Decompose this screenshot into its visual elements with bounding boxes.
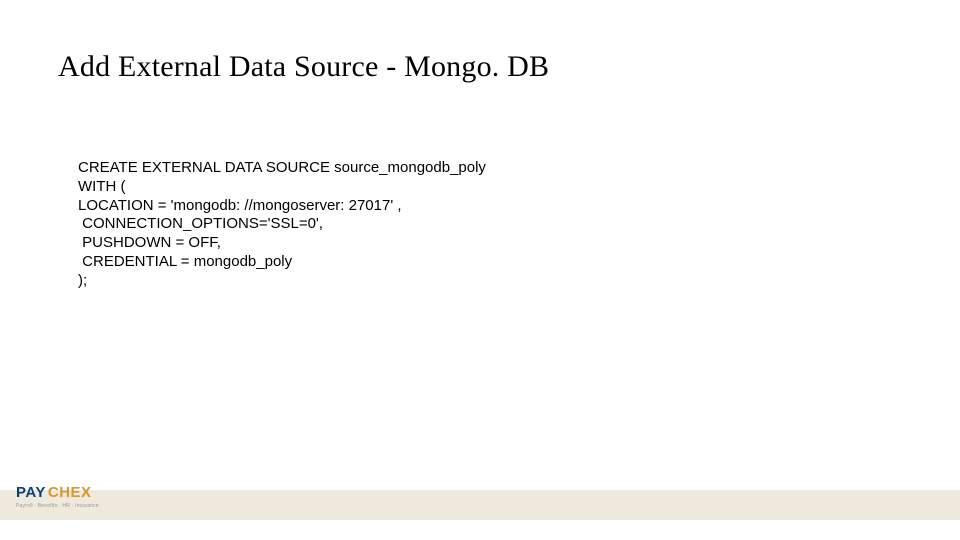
- logo-wordmark: PAYCHEX: [16, 484, 116, 501]
- logo-part-chex: CHEX: [48, 484, 92, 501]
- paychex-logo: PAYCHEX Payroll · Benefits · HR · Insura…: [16, 478, 116, 514]
- code-line-7: );: [78, 272, 87, 289]
- code-line-4: CONNECTION_OPTIONS='SSL=0',: [78, 215, 323, 232]
- code-line-2: WITH (: [78, 178, 125, 195]
- footer-band: [0, 490, 960, 520]
- logo-part-pay: PAY: [16, 484, 46, 501]
- code-block: CREATE EXTERNAL DATA SOURCE source_mongo…: [78, 159, 486, 290]
- code-line-6: CREDENTIAL = mongodb_poly: [78, 253, 292, 270]
- logo-tagline: Payroll · Benefits · HR · Insurance: [16, 503, 116, 509]
- code-line-1: CREATE EXTERNAL DATA SOURCE source_mongo…: [78, 159, 486, 176]
- code-line-3: LOCATION = 'mongodb: //mongoserver: 2701…: [78, 197, 402, 214]
- slide-title: Add External Data Source - Mongo. DB: [58, 50, 549, 84]
- slide: Add External Data Source - Mongo. DB CRE…: [0, 0, 960, 540]
- code-line-5: PUSHDOWN = OFF,: [78, 234, 221, 251]
